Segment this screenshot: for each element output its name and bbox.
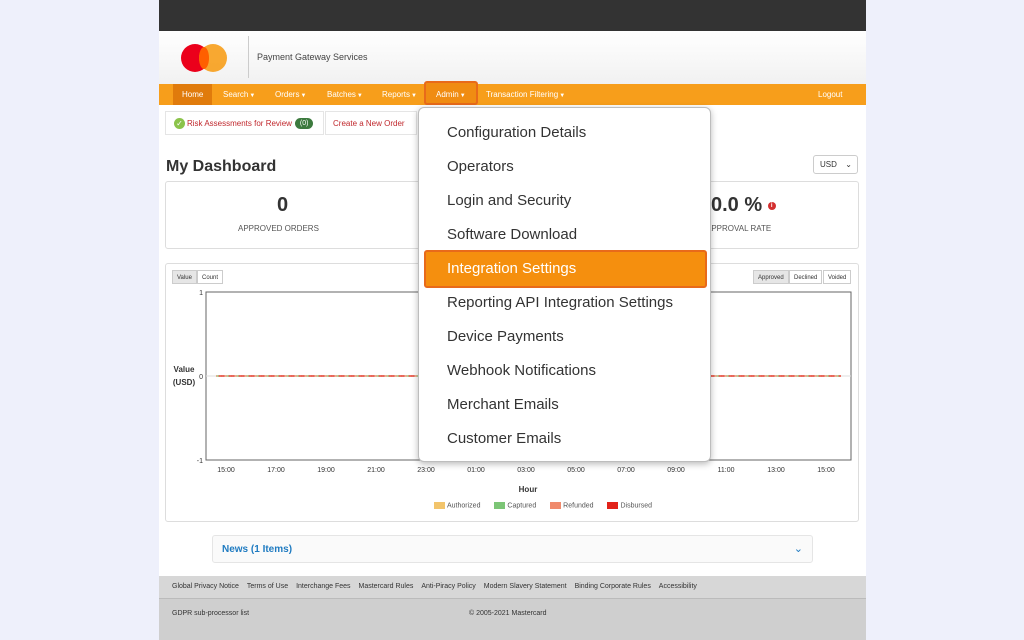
nav-reports[interactable]: Reports▼ bbox=[382, 84, 417, 105]
legend-refunded[interactable]: Refunded bbox=[550, 502, 594, 509]
news-panel[interactable]: News (1 Items) ⌄ bbox=[212, 535, 813, 563]
top-bar bbox=[159, 0, 866, 31]
y-tick-label: 0 bbox=[199, 374, 203, 381]
nav-search[interactable]: Search▼ bbox=[223, 84, 255, 105]
chart-legend: Authorized Captured Refunded Disbursed bbox=[434, 502, 664, 509]
create-new-order-tab[interactable]: Create a New Order bbox=[325, 111, 417, 135]
footer-link[interactable]: Global Privacy Notice bbox=[172, 583, 239, 590]
nav-admin[interactable]: Admin▼ bbox=[424, 81, 478, 105]
menu-item-operators[interactable]: Operators bbox=[447, 158, 514, 175]
admin-dropdown-menu: Configuration Details Operators Login an… bbox=[418, 107, 711, 462]
y-tick-label: 1 bbox=[199, 290, 203, 297]
nav-batches[interactable]: Batches▼ bbox=[327, 84, 363, 105]
footer-link[interactable]: Mastercard Rules bbox=[359, 583, 414, 590]
risk-assessments-tab[interactable]: ✓ Risk Assessments for Review (0) bbox=[165, 111, 324, 135]
x-tick-label: 03:00 bbox=[517, 467, 535, 474]
caret-down-icon: ▼ bbox=[300, 93, 307, 99]
legend-swatch bbox=[550, 502, 562, 509]
x-tick-label: 11:00 bbox=[718, 467, 735, 474]
x-tick-label: 07:00 bbox=[617, 467, 635, 474]
footer-link[interactable]: Interchange Fees bbox=[296, 583, 350, 590]
legend-swatch bbox=[434, 502, 445, 509]
risk-assessments-label: Risk Assessments for Review bbox=[187, 119, 292, 128]
page-title: My Dashboard bbox=[166, 158, 277, 175]
x-tick-label: 15:00 bbox=[217, 467, 235, 474]
main-nav: Home Search▼ Orders▼ Batches▼ Reports▼ T… bbox=[159, 84, 866, 105]
x-tick-label: 23:00 bbox=[417, 467, 435, 474]
nav-orders[interactable]: Orders▼ bbox=[275, 84, 306, 105]
approval-rate-value: 0.0 % i bbox=[711, 194, 776, 217]
nav-transaction-filtering[interactable]: Transaction Filtering▼ bbox=[486, 84, 565, 105]
footer-link[interactable]: Modern Slavery Statement bbox=[484, 583, 567, 590]
chevron-down-icon[interactable]: ⌄ bbox=[794, 542, 803, 555]
x-tick-label: 19:00 bbox=[317, 467, 335, 474]
caret-down-icon: ▼ bbox=[559, 93, 566, 99]
menu-item-merchant-emails[interactable]: Merchant Emails bbox=[447, 396, 559, 413]
legend-captured[interactable]: Captured bbox=[494, 502, 536, 509]
menu-item-configuration-details[interactable]: Configuration Details bbox=[447, 124, 586, 141]
mastercard-logo bbox=[181, 44, 229, 72]
caret-down-icon: ▼ bbox=[356, 93, 363, 99]
approved-orders-label: APPROVED ORDERS bbox=[238, 224, 319, 233]
caret-down-icon: ▼ bbox=[411, 93, 417, 99]
site-header: Payment Gateway Services bbox=[159, 31, 866, 84]
legend-swatch bbox=[494, 502, 506, 509]
x-tick-label: 15:00 bbox=[817, 467, 835, 474]
risk-count-badge: (0) bbox=[294, 118, 314, 130]
footer-bottom: GDPR sub-processor list © 2005-2021 Mast… bbox=[159, 598, 866, 640]
menu-item-reporting-api-integration-settings[interactable]: Reporting API Integration Settings bbox=[447, 294, 673, 311]
footer-link[interactable]: Terms of Use bbox=[247, 583, 288, 590]
menu-item-integration-settings[interactable]: Integration Settings bbox=[424, 250, 707, 288]
menu-item-software-download[interactable]: Software Download bbox=[447, 226, 577, 243]
x-tick-label: 21:00 bbox=[367, 467, 385, 474]
gdpr-subprocessor-link[interactable]: GDPR sub-processor list bbox=[172, 610, 249, 617]
caret-down-icon: ▼ bbox=[249, 93, 256, 99]
footer-links: Global Privacy Notice Terms of Use Inter… bbox=[159, 576, 866, 598]
caret-down-icon: ▼ bbox=[459, 93, 466, 99]
y-axis-label: (USD) bbox=[173, 378, 196, 387]
menu-item-webhook-notifications[interactable]: Webhook Notifications bbox=[447, 362, 596, 379]
x-tick-label: 17:00 bbox=[267, 467, 285, 474]
y-tick-label: -1 bbox=[197, 458, 203, 465]
chevron-down-icon: ⌄ bbox=[845, 160, 852, 169]
menu-item-login-and-security[interactable]: Login and Security bbox=[447, 192, 571, 209]
copyright: © 2005-2021 Mastercard bbox=[469, 610, 547, 617]
menu-item-customer-emails[interactable]: Customer Emails bbox=[447, 430, 561, 447]
legend-disbursed[interactable]: Disbursed bbox=[607, 502, 652, 509]
x-axis-label: Hour bbox=[519, 485, 538, 494]
x-tick-label: 13:00 bbox=[767, 467, 785, 474]
header-divider bbox=[248, 36, 249, 78]
y-axis-label: Value bbox=[174, 365, 195, 374]
info-icon[interactable]: i bbox=[767, 201, 776, 210]
legend-swatch bbox=[607, 502, 619, 509]
footer-link[interactable]: Binding Corporate Rules bbox=[575, 583, 651, 590]
footer-link[interactable]: Accessibility bbox=[659, 583, 697, 590]
check-circle-icon: ✓ bbox=[174, 118, 185, 130]
legend-authorized[interactable]: Authorized bbox=[434, 502, 480, 509]
x-tick-label: 01:00 bbox=[467, 467, 485, 474]
approval-rate-label: APPROVAL RATE bbox=[706, 224, 772, 233]
nav-home[interactable]: Home bbox=[173, 84, 213, 105]
approved-orders-value: 0 bbox=[277, 194, 289, 216]
header-title: Payment Gateway Services bbox=[257, 52, 368, 62]
logout-link[interactable]: Logout bbox=[818, 84, 842, 105]
news-title: News (1 Items) bbox=[222, 544, 293, 555]
menu-item-device-payments[interactable]: Device Payments bbox=[447, 328, 564, 345]
x-tick-label: 05:00 bbox=[567, 467, 585, 474]
x-tick-label: 09:00 bbox=[667, 467, 685, 474]
currency-select[interactable]: USD ⌄ bbox=[813, 155, 858, 174]
footer-link[interactable]: Anti-Piracy Policy bbox=[421, 583, 475, 590]
